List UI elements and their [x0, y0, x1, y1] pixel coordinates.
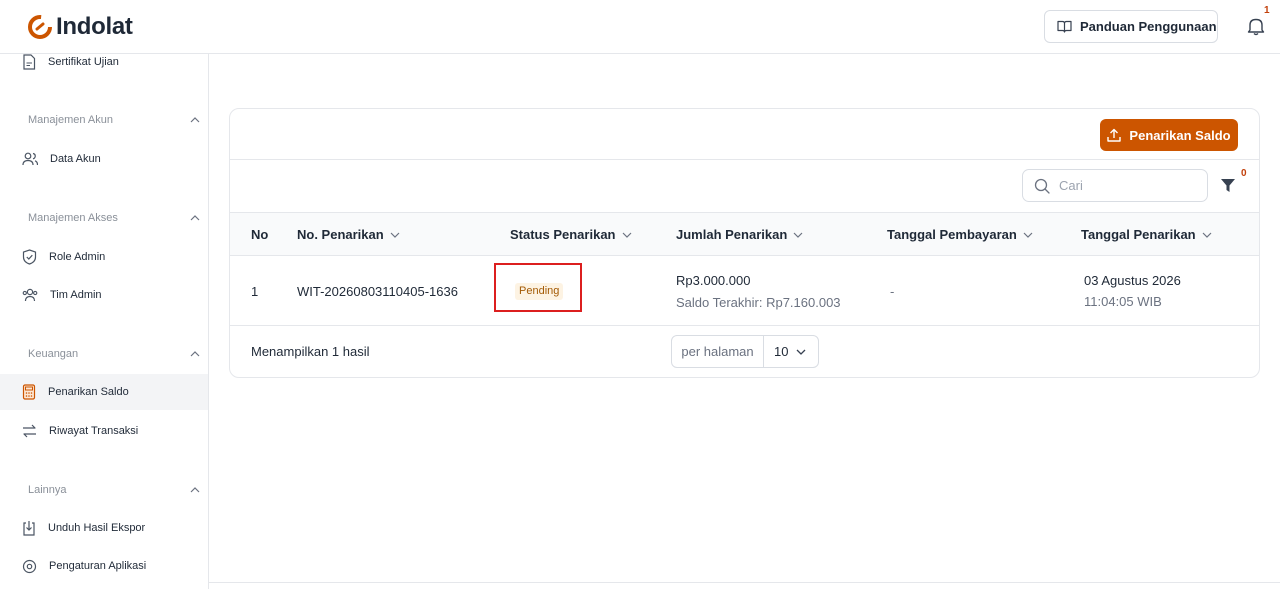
filter-count-badge: 0	[1241, 168, 1247, 179]
penarikan-saldo-button-label: Penarikan Saldo	[1129, 127, 1231, 143]
brand-name: Indolat	[56, 13, 133, 40]
cell-payment-date: -	[890, 284, 895, 299]
chevron-up-icon	[190, 215, 200, 221]
column-label: Jumlah Penarikan	[676, 227, 788, 242]
per-page-select[interactable]: per halaman 10	[671, 335, 819, 368]
sidebar-item-sertifikat-ujian[interactable]: Sertifikat Ujian	[0, 44, 208, 80]
brand-logo[interactable]: Indolat	[28, 13, 133, 41]
sidebar-section-keuangan[interactable]: Keuangan	[28, 348, 200, 360]
sidebar-item-riwayat-transaksi[interactable]: Riwayat Transaksi	[0, 413, 208, 449]
sidebar-item-penarikan-saldo[interactable]: Penarikan Saldo	[0, 374, 208, 410]
column-label: Tanggal Penarikan	[1081, 227, 1196, 242]
column-label: No. Penarikan	[297, 227, 384, 242]
withdrawal-table-card: Penarikan Saldo Cari 0 No No. Penarikan …	[229, 108, 1260, 378]
table-footer: Menampilkan 1 hasil per halaman 10	[230, 326, 1259, 378]
per-page-label: per halaman	[672, 336, 764, 367]
search-placeholder: Cari	[1059, 178, 1083, 193]
result-count: Menampilkan 1 hasil	[251, 344, 370, 359]
section-title: Keuangan	[28, 348, 79, 360]
status-badge: Pending	[515, 283, 564, 300]
sidebar-item-label: Pengaturan Aplikasi	[49, 560, 147, 572]
chevron-down-icon	[796, 349, 806, 355]
sidebar-item-label: Penarikan Saldo	[48, 386, 129, 398]
card-header: Penarikan Saldo	[230, 109, 1259, 160]
sidebar-item-label: Role Admin	[49, 251, 106, 263]
indolat-logo-icon	[28, 15, 52, 39]
cell-no: 1	[251, 284, 259, 299]
download-file-icon	[23, 521, 35, 536]
cell-withdraw-time: 11:04:05 WIB	[1084, 294, 1162, 309]
per-page-value-wrap[interactable]: 10	[764, 336, 818, 367]
cell-amount: Rp3.000.000	[676, 273, 751, 288]
sidebar-item-data-akun[interactable]: Data Akun	[0, 141, 208, 177]
column-label: No	[251, 227, 269, 242]
calculator-icon	[22, 384, 36, 400]
status-highlight-box: Pending	[494, 263, 582, 312]
section-title: Manajemen Akun	[28, 114, 113, 126]
upload-icon	[1107, 128, 1122, 142]
shield-check-icon	[22, 249, 37, 265]
column-label: Tanggal Pembayaran	[887, 227, 1017, 242]
chevron-up-icon	[190, 117, 200, 123]
sidebar-item-tim-admin[interactable]: Tim Admin	[0, 277, 208, 313]
team-icon	[22, 288, 38, 302]
settings-icon	[22, 559, 37, 573]
sidebar-item-label: Data Akun	[50, 153, 101, 165]
per-page-value: 10	[774, 344, 789, 359]
user-guide-label: Panduan Penggunaan	[1080, 19, 1217, 34]
divider	[209, 582, 1280, 583]
users-icon	[22, 152, 38, 166]
column-header-no: No	[251, 213, 268, 256]
cell-withdrawal-number: WIT-20260803110405-1636	[297, 284, 458, 299]
cell-withdraw-date: 03 Agustus 2026	[1084, 273, 1181, 288]
sidebar-item-label: Tim Admin	[50, 289, 102, 301]
section-title: Manajemen Akses	[28, 212, 118, 224]
notification-count-badge: 1	[1264, 5, 1270, 16]
table-row[interactable]: 1 WIT-20260803110405-1636 Pending Rp3.00…	[230, 256, 1259, 326]
book-icon	[1057, 20, 1072, 33]
sidebar-item-role-admin[interactable]: Role Admin	[0, 239, 208, 275]
section-title: Lainnya	[28, 484, 67, 496]
chevron-up-icon	[190, 487, 200, 493]
chevron-down-icon	[1202, 232, 1212, 238]
sidebar-section-manajemen-akun[interactable]: Manajemen Akun	[28, 114, 200, 126]
chevron-down-icon	[622, 232, 631, 238]
chevron-down-icon	[1023, 232, 1033, 238]
column-header-tanggal-pembayaran[interactable]: Tanggal Pembayaran	[887, 213, 1033, 256]
search-input[interactable]: Cari	[1022, 169, 1208, 202]
column-header-jumlah-penarikan[interactable]: Jumlah Penarikan	[676, 213, 803, 256]
column-label: Status Penarikan	[510, 227, 616, 242]
sidebar-item-label: Unduh Hasil Ekspor	[48, 522, 146, 534]
chevron-up-icon	[190, 351, 200, 357]
search-toolbar: Cari 0	[230, 160, 1259, 213]
user-guide-button[interactable]: Panduan Penggunaan	[1044, 10, 1218, 43]
transfer-arrows-icon	[23, 424, 36, 438]
cell-last-balance: Saldo Terakhir: Rp7.160.003	[676, 295, 841, 310]
filter-icon[interactable]	[1220, 178, 1236, 193]
sidebar-section-manajemen-akses[interactable]: Manajemen Akses	[28, 212, 200, 224]
sidebar-section-lainnya[interactable]: Lainnya	[28, 484, 200, 496]
column-header-status-penarikan[interactable]: Status Penarikan	[510, 213, 632, 256]
penarikan-saldo-button[interactable]: Penarikan Saldo	[1100, 119, 1238, 151]
sidebar-item-pengaturan-aplikasi[interactable]: Pengaturan Aplikasi	[0, 548, 208, 584]
sidebar-item-unduh-hasil-ekspor[interactable]: Unduh Hasil Ekspor	[0, 510, 208, 546]
sidebar: Sertifikat Ujian Manajemen Akun Data Aku…	[0, 54, 209, 589]
sidebar-item-label: Sertifikat Ujian	[48, 56, 119, 68]
column-header-tanggal-penarikan[interactable]: Tanggal Penarikan	[1081, 213, 1212, 256]
document-icon	[23, 54, 36, 70]
sidebar-item-label: Riwayat Transaksi	[49, 425, 139, 437]
column-header-no-penarikan[interactable]: No. Penarikan	[297, 213, 400, 256]
chevron-down-icon	[793, 232, 803, 238]
bell-icon[interactable]	[1245, 15, 1267, 37]
chevron-down-icon	[390, 232, 400, 238]
search-icon	[1034, 178, 1050, 194]
table-header: No No. Penarikan Status Penarikan Jumlah…	[230, 213, 1259, 256]
